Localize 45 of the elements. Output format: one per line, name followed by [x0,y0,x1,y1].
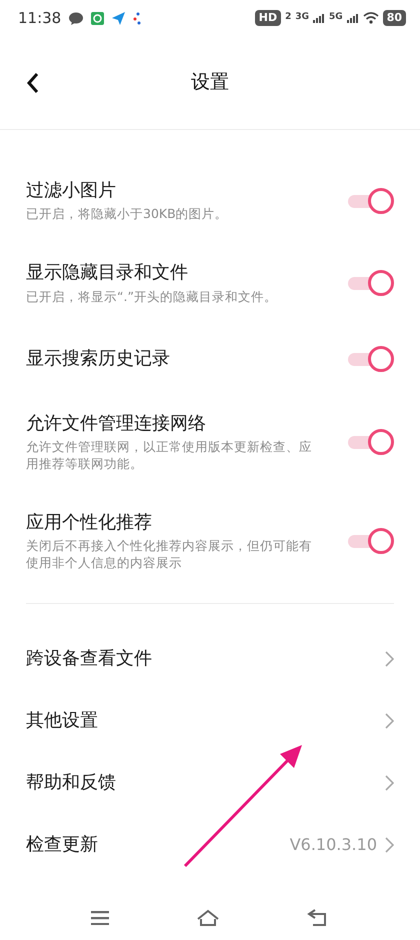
status-time: 11:38 [18,8,62,29]
toggle-switch[interactable] [348,268,394,298]
wifi-icon [362,12,379,24]
chevron-right-icon [385,774,394,791]
network-label: 5G [329,11,343,24]
home-icon[interactable] [196,909,220,927]
toggle-switch[interactable] [348,427,394,458]
menu-icon[interactable] [91,911,110,925]
setting-title: 过滤小图片 [26,179,117,202]
signal-icon [346,13,359,23]
settings-link-row[interactable]: 跨设备查看文件 [0,628,420,690]
chevron-right-icon [385,712,394,729]
settings-link-row[interactable]: 检查更新 V6.10.3.10 [0,814,420,876]
setting-title: 允许文件管理连接网络 [26,412,207,435]
network-label: 3G [295,11,310,24]
back-icon[interactable] [26,72,40,94]
toggle-switch[interactable] [348,526,394,556]
dots-app-icon [133,12,142,24]
toggle-switch[interactable] [348,344,394,374]
hd-indicator: HD [254,10,282,26]
setting-description: 已开启，将显示“.”开头的隐藏目录和文件。 [26,288,278,306]
hd-subscript: 2 [285,11,292,24]
back-arrow-icon[interactable] [306,909,329,927]
paper-plane-icon [112,12,126,24]
link-label: 其他设置 [26,709,99,734]
chevron-right-icon [385,650,394,667]
setting-title: 应用个性化推荐 [26,510,153,534]
link-label: 帮助和反馈 [26,771,117,796]
link-label: 跨设备查看文件 [26,647,153,672]
setting-title: 显示搜索历史记录 [26,346,171,370]
setting-description: 允许文件管理联网，以正常使用版本更新检查、应用推荐等联网功能。 [26,438,313,473]
setting-title: 显示隐藏目录和文件 [26,261,189,285]
battery-indicator: 80 [382,10,406,26]
chevron-right-icon [385,836,394,853]
signal-icon [313,13,326,23]
link-label: 检查更新 [26,833,99,858]
settings-link-row[interactable]: 其他设置 [0,690,420,752]
toggle-switch[interactable] [348,186,394,216]
version-text: V6.10.3.10 [290,834,377,856]
chat-bubble-icon [69,12,84,24]
page-title: 设置 [191,70,229,96]
setting-description: 已开启，将隐藏小于30KB的图片。 [26,206,229,224]
settings-link-row[interactable]: 帮助和反馈 [0,752,420,814]
ring-app-icon [91,12,104,24]
setting-description: 关闭后不再接入个性化推荐内容展示，但仍可能有使用非个人信息的内容展示 [26,538,313,572]
